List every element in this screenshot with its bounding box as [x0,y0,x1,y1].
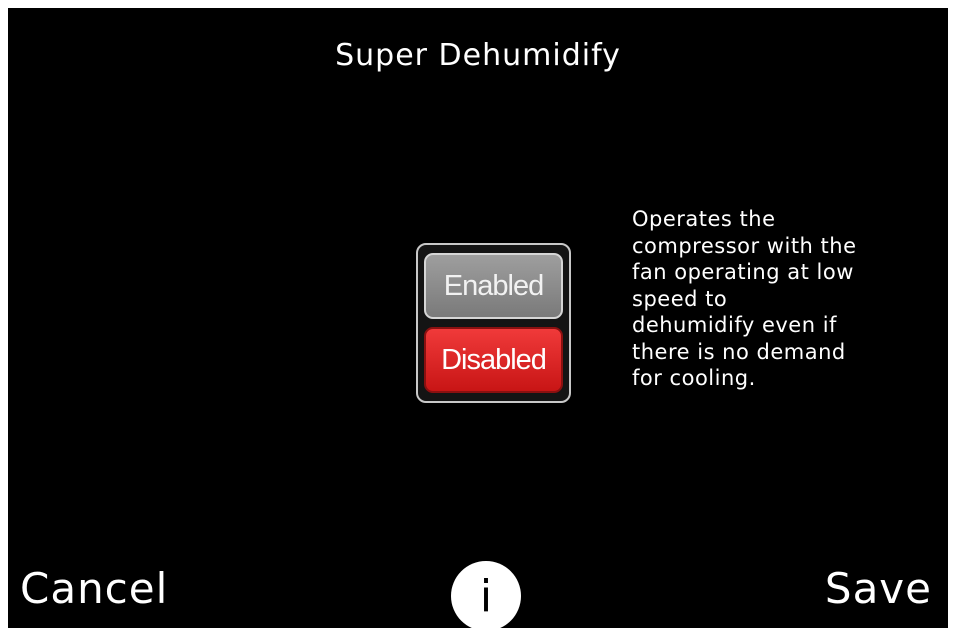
info-icon: i [479,571,493,622]
description-line: fan operating at low [632,260,854,284]
description-line: Operates the [632,207,776,231]
enabled-option-button[interactable]: Enabled [424,253,563,319]
description-line: for cooling. [632,366,756,390]
description-line: speed to [632,286,728,311]
save-button[interactable]: Save [825,564,932,613]
setting-description: Operates the compressor with the fan ope… [632,206,932,392]
page-title: Super Dehumidify [335,38,621,73]
super-dehumidify-toggle: Enabled Disabled [416,243,571,403]
cancel-button[interactable]: Cancel [20,564,168,613]
info-button[interactable]: i [451,561,521,628]
thermostat-screen: Super Dehumidify Enabled Disabled Operat… [8,8,948,628]
disabled-option-button[interactable]: Disabled [424,327,563,393]
description-line: compressor with the [632,233,857,258]
description-line: there is no demand [632,339,846,364]
description-line: dehumidify even if [632,313,837,337]
